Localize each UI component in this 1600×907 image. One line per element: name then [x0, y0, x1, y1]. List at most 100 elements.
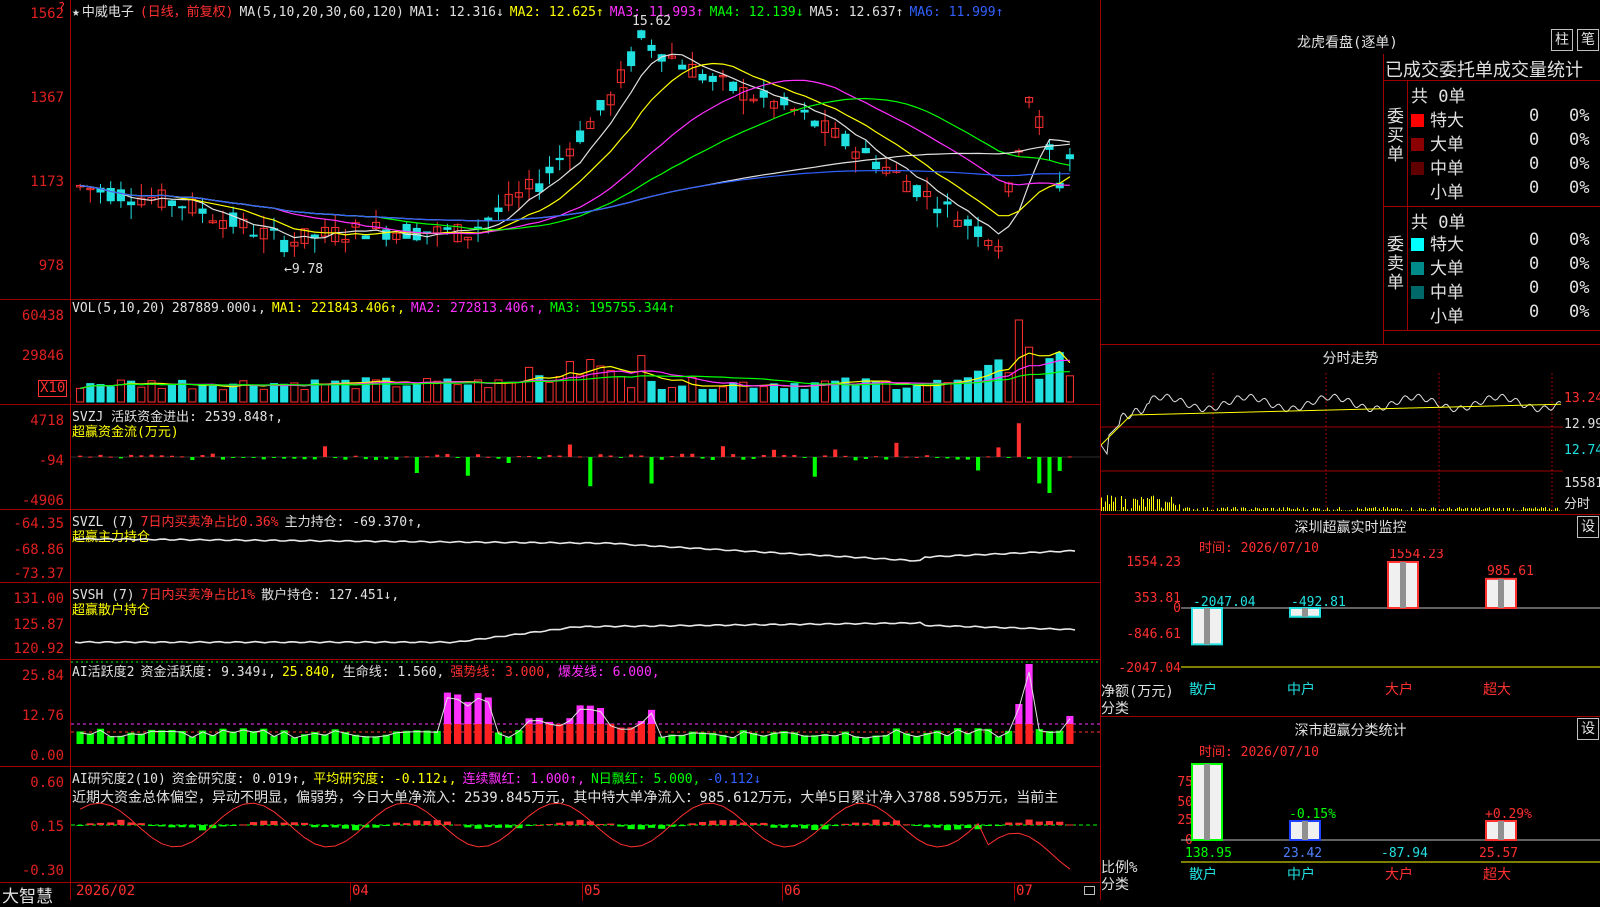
sz-realtime-chart[interactable]: -2047.04散户-492.81中户1554.23大户985.61超大 [1181, 549, 1600, 719]
fund-flow-bar [445, 454, 449, 457]
research-bar [332, 825, 339, 827]
svsh-panel[interactable]: SVSH (7)7日内买卖净占比1%散户持仓: 127.451↓, 超赢散户持仓… [0, 583, 1100, 660]
volume-bar [903, 388, 910, 402]
intraday-label: 分时 [1564, 493, 1590, 512]
fund-flow-bar [466, 457, 470, 476]
intraday-volume-bar [1509, 508, 1510, 511]
research-bar [1066, 824, 1073, 825]
svsh-chart[interactable] [71, 583, 1101, 659]
intraday-volume-bar [1137, 500, 1138, 511]
volume-bar [1005, 373, 1012, 402]
y-label: 1554.23 [1101, 555, 1181, 570]
order-count: 0 [1529, 230, 1539, 250]
volume-panel[interactable]: VOL(5,10,20)287889.000↓,MA1: 221843.406↑… [0, 300, 1100, 405]
research-bar [444, 822, 451, 825]
fund-flow-bar [935, 457, 939, 458]
svzj-chart[interactable] [71, 405, 1101, 509]
intraday-volume-bar [1257, 508, 1258, 511]
fund-flow-bar [690, 454, 694, 457]
volume-chart[interactable] [71, 314, 1101, 404]
volume-bar [464, 385, 471, 402]
svzl-panel[interactable]: SVZL (7)7日内买卖净占比0.36%主力持仓: -69.370↑, 超赢主… [0, 510, 1100, 583]
intraday-panel[interactable]: 分时走势 13.24 12.99 12.74 15581 分时 [1101, 344, 1600, 515]
ai-research-panel[interactable]: AI研究度2(10)资金研究度: 0.019↑,平均研究度: -0.112↓,连… [0, 767, 1100, 882]
intraday-volume-bar [1513, 508, 1514, 511]
intraday-volume-bar [1227, 507, 1228, 511]
lock-icon[interactable] [1084, 886, 1095, 895]
research-bar [791, 825, 798, 827]
intraday-volume-bar [1445, 510, 1446, 511]
research-bar [719, 820, 726, 825]
intraday-volume-bar [1277, 509, 1278, 511]
intraday-volume-bar [1551, 510, 1552, 511]
order-pct: 0% [1569, 130, 1589, 150]
intraday-volume-bar [1295, 510, 1296, 511]
candle [1066, 155, 1073, 159]
svzl-chart[interactable] [71, 510, 1101, 582]
intraday-volume-bar [1541, 507, 1542, 511]
svzj-panel[interactable]: SVZJ 活跃资金进出: 2539.848↑, 超赢资金流(万元) 4718 -… [0, 405, 1100, 510]
volume-bar [97, 385, 104, 402]
intraday-volume-bar [1535, 507, 1536, 511]
intraday-volume-bar [1379, 508, 1380, 511]
volume-bar [219, 390, 226, 402]
order-count: 0 [1529, 302, 1539, 322]
kline-panel[interactable]: ? 1562 1367 1173 978 ★中威电子(日线，前复权)MA(5,1… [0, 0, 1100, 300]
sz-realtime-settings-button[interactable]: 设 [1577, 516, 1599, 538]
y-label: -68.86 [0, 542, 64, 558]
intraday-chart[interactable] [1101, 373, 1563, 513]
research-bar [148, 825, 155, 826]
volume-bar [648, 381, 655, 402]
intraday-volume-bar [1131, 508, 1132, 511]
volume-bar [1066, 376, 1073, 402]
intraday-volume-bar [1203, 508, 1204, 511]
fund-flow-bar [711, 457, 715, 460]
sz-realtime-panel[interactable]: 深圳超赢实时监控 设 时间: 2026/07/10 1554.23353.810… [1101, 514, 1600, 717]
intraday-volume-bar [1319, 509, 1320, 511]
candle [362, 236, 369, 239]
fund-flow-bar [211, 454, 215, 457]
y-label: 25 [1101, 813, 1193, 828]
candle [944, 202, 951, 204]
sz-classify-panel[interactable]: 深市超赢分类统计 设 时间: 2026/07/10 7550250 比例% 分类… [1101, 716, 1600, 901]
intraday-volume-bar [1479, 507, 1480, 511]
bottom-value: 25.57 [1479, 846, 1518, 861]
ai-active-chart[interactable] [71, 660, 1101, 766]
intraday-volume-bar [1339, 507, 1340, 511]
kline-chart[interactable] [71, 18, 1101, 298]
candle [842, 134, 849, 145]
ai-active-panel[interactable]: AI活跃度2资金活跃度: 9.349↓,25.840,生命线: 1.560,强势… [0, 660, 1100, 767]
intraday-volume-bar [1167, 502, 1168, 511]
order-stat-row: 大单00% [1411, 254, 1464, 279]
activity-bar [179, 731, 186, 744]
research-bar [413, 820, 420, 825]
fund-flow-bar [619, 457, 623, 458]
bar-mode-button[interactable]: 柱 [1551, 29, 1573, 51]
research-bar [730, 820, 737, 825]
y-label: 50 [1101, 795, 1193, 810]
activity-bar [1026, 724, 1033, 744]
y-label: -4906 [0, 493, 64, 509]
fund-flow-bar [996, 447, 1000, 457]
intraday-volume-bar [1507, 508, 1508, 511]
candle [536, 184, 543, 192]
ai-research-chart[interactable] [71, 767, 1101, 882]
intraday-volume-bar [1205, 510, 1206, 511]
research-bar [852, 823, 859, 825]
axis-label: 分类 [1101, 874, 1129, 894]
tick-mode-button[interactable]: 笔 [1577, 29, 1599, 51]
order-stat-row: 特大00% [1411, 230, 1464, 255]
research-bar [219, 825, 226, 826]
intraday-volume-bar [1547, 510, 1548, 511]
fund-flow-bar [945, 457, 949, 458]
sz-classify-chart[interactable]: 138.95散户-0.15%23.42中户-87.94大户+0.29%25.57… [1181, 717, 1600, 901]
intraday-volume-bar [1163, 509, 1164, 511]
candle [648, 45, 655, 50]
volume-bar [801, 389, 808, 402]
volume-bar [413, 385, 420, 402]
y-label: 1367 [0, 90, 64, 106]
activity-bar [985, 729, 992, 744]
fund-flow-bar [78, 456, 82, 457]
candle [281, 240, 288, 251]
intraday-volume-bar [1471, 508, 1472, 511]
